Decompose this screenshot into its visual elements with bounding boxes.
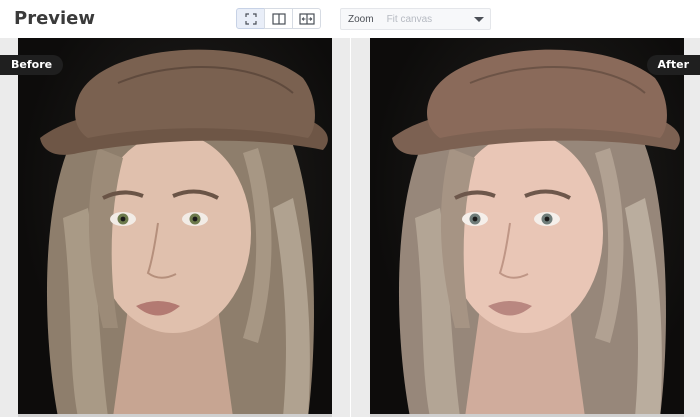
compare-slider-button[interactable] — [292, 8, 321, 29]
fit-screen-icon — [244, 12, 257, 25]
after-image — [370, 38, 684, 417]
compare-slider-icon — [298, 12, 315, 25]
before-image — [18, 38, 332, 417]
chevron-down-icon — [474, 17, 484, 22]
view-mode-toggle-group — [236, 8, 321, 29]
split-view-icon — [271, 12, 286, 25]
hat-crown — [427, 49, 667, 138]
before-label: Before — [0, 55, 64, 75]
hat-crown — [75, 49, 315, 138]
fit-screen-button[interactable] — [236, 8, 265, 29]
page-title: Preview — [14, 8, 96, 29]
portrait-after-photo — [370, 49, 684, 417]
zoom-value: Fit canvas — [386, 13, 433, 25]
compare-divider — [350, 38, 351, 417]
portrait-before-photo — [18, 49, 332, 417]
preview-header: Preview Zoom Fit canvas — [0, 0, 700, 38]
zoom-select[interactable]: Zoom Fit canvas — [340, 8, 491, 30]
zoom-label: Zoom — [348, 13, 374, 25]
after-label: After — [646, 55, 700, 75]
split-view-button[interactable] — [264, 8, 293, 29]
